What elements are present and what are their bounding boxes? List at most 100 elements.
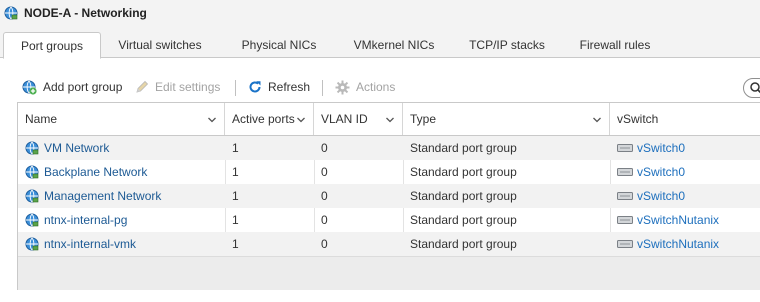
table-row[interactable]: ntnx-internal-pg 1 0 Standard port group… — [18, 208, 760, 232]
active-ports-cell: 1 — [232, 165, 239, 179]
refresh-icon — [248, 80, 262, 94]
tab-label: Physical NICs — [241, 38, 317, 52]
vswitch-link[interactable]: vSwitch0 — [637, 189, 685, 203]
vswitch-link[interactable]: vSwitchNutanix — [637, 213, 719, 227]
vswitch-icon — [617, 191, 633, 201]
port-group-icon — [25, 213, 39, 227]
tab-tcpip-stacks[interactable]: TCP/IP stacks — [458, 32, 556, 58]
column-label: Name — [25, 112, 58, 126]
tab-bar: Port groups Virtual switches Physical NI… — [0, 26, 760, 59]
column-label: Type — [410, 112, 437, 126]
column-label: vSwitch — [617, 112, 659, 126]
active-ports-cell: 1 — [232, 141, 239, 155]
port-group-link[interactable]: Management Network — [44, 189, 161, 203]
actions-label: Actions — [356, 80, 396, 94]
active-ports-cell: 1 — [232, 213, 239, 227]
window-titlebar: NODE-A - Networking — [0, 0, 760, 26]
vswitch-icon — [617, 167, 633, 177]
search-input[interactable] — [743, 78, 760, 98]
vswitch-cell: vSwitch0 — [610, 136, 685, 160]
vswitch-cell: vSwitch0 — [610, 184, 685, 208]
column-header-vswitch[interactable]: vSwitch — [610, 103, 760, 135]
toolbar: Add port group Edit settings Refresh Act… — [0, 72, 760, 100]
chevron-down-icon — [385, 114, 395, 128]
column-header-type[interactable]: Type — [403, 103, 610, 135]
tab-label: Port groups — [20, 38, 84, 53]
name-cell: Management Network — [18, 184, 161, 208]
vswitch-link[interactable]: vSwitch0 — [637, 165, 685, 179]
column-label: VLAN ID — [321, 112, 368, 126]
table-row[interactable]: VM Network 1 0 Standard port group vSwit… — [18, 136, 760, 160]
port-group-link[interactable]: ntnx-internal-pg — [44, 213, 127, 227]
vswitch-cell: vSwitchNutanix — [610, 208, 719, 232]
name-cell: VM Network — [18, 136, 109, 160]
vswitch-icon — [617, 239, 633, 249]
name-cell: Backplane Network — [18, 160, 147, 184]
port-groups-table: Name Active ports VLAN ID Type vSwitch V… — [17, 102, 760, 290]
port-group-link[interactable]: VM Network — [44, 141, 109, 155]
pencil-icon — [135, 80, 149, 94]
vlan-id-cell: 0 — [321, 141, 328, 155]
search-icon — [749, 81, 760, 95]
add-port-group-button[interactable]: Add port group — [22, 76, 122, 98]
vswitch-cell: vSwitchNutanix — [610, 232, 719, 256]
column-header-active-ports[interactable]: Active ports — [225, 103, 314, 135]
port-group-icon — [25, 165, 39, 179]
vlan-id-cell: 0 — [321, 237, 328, 251]
refresh-label: Refresh — [268, 80, 311, 94]
vswitch-icon — [617, 215, 633, 225]
gear-icon — [335, 80, 350, 95]
table-footer — [18, 256, 760, 290]
add-port-group-label: Add port group — [43, 80, 123, 94]
table-row[interactable]: Management Network 1 0 Standard port gro… — [18, 184, 760, 208]
toolbar-divider — [322, 80, 323, 96]
active-ports-cell: 1 — [232, 189, 239, 203]
name-cell: ntnx-internal-vmk — [18, 232, 136, 256]
tab-firewall-rules[interactable]: Firewall rules — [568, 32, 662, 58]
tab-label: Firewall rules — [579, 38, 651, 52]
tab-port-groups[interactable]: Port groups — [3, 32, 101, 59]
chevron-down-icon — [296, 114, 306, 128]
edit-settings-button[interactable]: Edit settings — [135, 76, 220, 98]
active-ports-cell: 1 — [232, 237, 239, 251]
table-header: Name Active ports VLAN ID Type vSwitch — [18, 103, 760, 136]
actions-button[interactable]: Actions — [335, 76, 395, 98]
tab-vmkernel-nics[interactable]: VMkernel NICs — [344, 32, 444, 58]
tab-virtual-switches[interactable]: Virtual switches — [107, 32, 213, 58]
type-cell: Standard port group — [410, 165, 517, 179]
add-port-group-icon — [22, 80, 37, 95]
vswitch-cell: vSwitch0 — [610, 160, 685, 184]
vlan-id-cell: 0 — [321, 165, 328, 179]
vswitch-link[interactable]: vSwitchNutanix — [637, 237, 719, 251]
refresh-button[interactable]: Refresh — [248, 76, 310, 98]
tab-physical-nics[interactable]: Physical NICs — [230, 32, 328, 58]
type-cell: Standard port group — [410, 213, 517, 227]
table-row[interactable]: Backplane Network 1 0 Standard port grou… — [18, 160, 760, 184]
chevron-down-icon — [592, 114, 602, 128]
vlan-id-cell: 0 — [321, 189, 328, 203]
column-header-name[interactable]: Name — [18, 103, 225, 135]
edit-settings-label: Edit settings — [155, 80, 221, 94]
port-group-link[interactable]: Backplane Network — [44, 165, 147, 179]
window-title: NODE-A - Networking — [24, 6, 147, 20]
column-header-vlan-id[interactable]: VLAN ID — [314, 103, 403, 135]
type-cell: Standard port group — [410, 141, 517, 155]
vswitch-link[interactable]: vSwitch0 — [637, 141, 685, 155]
type-cell: Standard port group — [410, 189, 517, 203]
chevron-down-icon — [207, 114, 217, 128]
port-group-link[interactable]: ntnx-internal-vmk — [44, 237, 136, 251]
name-cell: ntnx-internal-pg — [18, 208, 127, 232]
networking-globe-icon — [4, 6, 18, 20]
port-group-icon — [25, 141, 39, 155]
toolbar-divider — [235, 80, 236, 96]
type-cell: Standard port group — [410, 237, 517, 251]
port-group-icon — [25, 189, 39, 203]
tab-label: VMkernel NICs — [353, 38, 435, 52]
port-group-icon — [25, 237, 39, 251]
vswitch-icon — [617, 143, 633, 153]
column-label: Active ports — [232, 112, 295, 126]
tab-label: TCP/IP stacks — [469, 38, 545, 52]
table-row[interactable]: ntnx-internal-vmk 1 0 Standard port grou… — [18, 232, 760, 256]
vlan-id-cell: 0 — [321, 213, 328, 227]
tab-label: Virtual switches — [118, 38, 202, 52]
